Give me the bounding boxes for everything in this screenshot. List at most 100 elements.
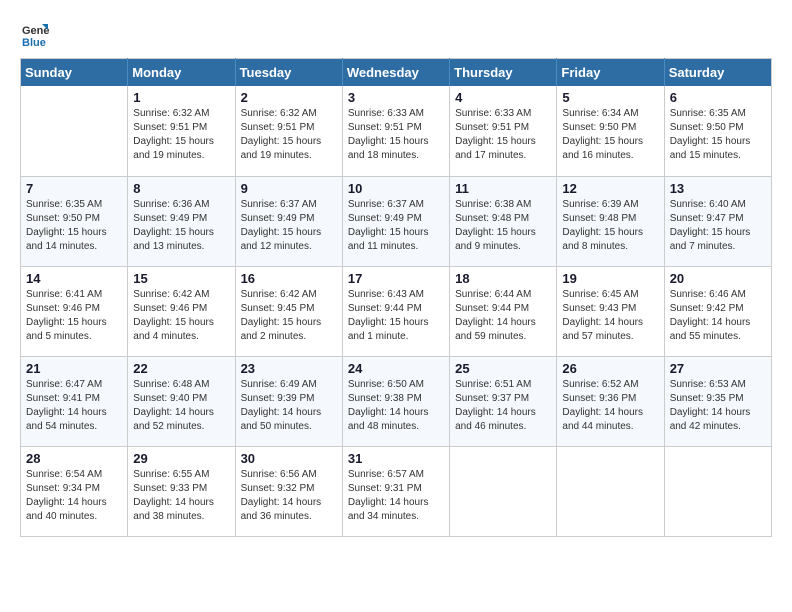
day-number: 12 — [562, 181, 658, 196]
calendar-cell: 8Sunrise: 6:36 AM Sunset: 9:49 PM Daylig… — [128, 176, 235, 266]
calendar-cell: 3 Sunrise: 6:33 AM Sunset: 9:51 PM Daylig… — [342, 86, 449, 176]
header: General Blue — [20, 20, 772, 50]
day-number: 16 — [241, 271, 337, 286]
day-info: Sunrise: 6:52 AM Sunset: 9:36 PM Dayligh… — [562, 378, 658, 434]
day-number: 11 — [455, 181, 551, 196]
day-header-monday: Monday — [128, 59, 235, 87]
calendar-cell: 27 Sunrise: 6:53 AM Sunset: 9:35 PM Dayli… — [664, 356, 771, 446]
day-info: Sunrise: 6:33 AM Sunset: 9:51 PM Dayligh… — [348, 107, 444, 163]
day-number: 26 — [562, 361, 658, 376]
calendar-cell: 14 Sunrise: 6:41 AM Sunset: 9:46 PM Dayli… — [21, 266, 128, 356]
day-number: 13 — [670, 181, 766, 196]
day-number: 3 — [348, 90, 444, 105]
calendar-cell: 11 Sunrise: 6:38 AM Sunset: 9:48 PM Dayli… — [450, 176, 557, 266]
day-info: Sunrise: 6:32 AM Sunset: 9:51 PM Dayligh… — [241, 107, 337, 163]
day-number: 15 — [133, 271, 229, 286]
day-info: Sunrise: 6:45 AM Sunset: 9:43 PM Dayligh… — [562, 288, 658, 344]
day-info: Sunrise: 6:51 AM Sunset: 9:37 PM Dayligh… — [455, 378, 551, 434]
day-info: Sunrise: 6:49 AM Sunset: 9:39 PM Dayligh… — [241, 378, 337, 434]
calendar-cell — [664, 446, 771, 536]
calendar-cell — [557, 446, 664, 536]
svg-text:Blue: Blue — [22, 37, 46, 49]
days-header-row: SundayMondayTuesdayWednesdayThursdayFrid… — [21, 59, 772, 87]
day-header-thursday: Thursday — [450, 59, 557, 87]
day-info: Sunrise: 6:44 AM Sunset: 9:44 PM Dayligh… — [455, 288, 551, 344]
week-row-2: 7Sunrise: 6:35 AM Sunset: 9:50 PM Daylig… — [21, 176, 772, 266]
day-number: 22 — [133, 361, 229, 376]
day-info: Sunrise: 6:54 AM Sunset: 9:34 PM Dayligh… — [26, 468, 122, 524]
calendar-cell: 5 Sunrise: 6:34 AM Sunset: 9:50 PM Daylig… — [557, 86, 664, 176]
day-info: Sunrise: 6:46 AM Sunset: 9:42 PM Dayligh… — [670, 288, 766, 344]
day-number: 23 — [241, 361, 337, 376]
calendar-cell: 2 Sunrise: 6:32 AM Sunset: 9:51 PM Daylig… — [235, 86, 342, 176]
day-info: Sunrise: 6:34 AM Sunset: 9:50 PM Dayligh… — [562, 107, 658, 163]
calendar-cell: 23 Sunrise: 6:49 AM Sunset: 9:39 PM Dayli… — [235, 356, 342, 446]
day-header-saturday: Saturday — [664, 59, 771, 87]
calendar-cell: 17Sunrise: 6:43 AM Sunset: 9:44 PM Dayli… — [342, 266, 449, 356]
day-number: 20 — [670, 271, 766, 286]
calendar-cell: 10 Sunrise: 6:37 AM Sunset: 9:49 PM Dayli… — [342, 176, 449, 266]
calendar-cell — [450, 446, 557, 536]
day-number: 10 — [348, 181, 444, 196]
day-number: 4 — [455, 90, 551, 105]
day-number: 5 — [562, 90, 658, 105]
day-number: 29 — [133, 451, 229, 466]
day-number: 21 — [26, 361, 122, 376]
calendar-cell: 28 Sunrise: 6:54 AM Sunset: 9:34 PM Dayli… — [21, 446, 128, 536]
day-info: Sunrise: 6:41 AM Sunset: 9:46 PM Dayligh… — [26, 288, 122, 344]
calendar-cell: 24 Sunrise: 6:50 AM Sunset: 9:38 PM Dayli… — [342, 356, 449, 446]
calendar-cell: 13 Sunrise: 6:40 AM Sunset: 9:47 PM Dayli… — [664, 176, 771, 266]
day-info: Sunrise: 6:39 AM Sunset: 9:48 PM Dayligh… — [562, 198, 658, 254]
calendar-cell: 7Sunrise: 6:35 AM Sunset: 9:50 PM Daylig… — [21, 176, 128, 266]
calendar-cell: 31 Sunrise: 6:57 AM Sunset: 9:31 PM Dayli… — [342, 446, 449, 536]
calendar-cell: 22Sunrise: 6:48 AM Sunset: 9:40 PM Dayli… — [128, 356, 235, 446]
calendar-cell: 26 Sunrise: 6:52 AM Sunset: 9:36 PM Dayli… — [557, 356, 664, 446]
day-number: 30 — [241, 451, 337, 466]
calendar-cell: 6Sunrise: 6:35 AM Sunset: 9:50 PM Daylig… — [664, 86, 771, 176]
day-header-wednesday: Wednesday — [342, 59, 449, 87]
calendar-cell: 25 Sunrise: 6:51 AM Sunset: 9:37 PM Dayli… — [450, 356, 557, 446]
day-number: 9 — [241, 181, 337, 196]
day-info: Sunrise: 6:37 AM Sunset: 9:49 PM Dayligh… — [348, 198, 444, 254]
day-number: 31 — [348, 451, 444, 466]
day-number: 25 — [455, 361, 551, 376]
day-header-tuesday: Tuesday — [235, 59, 342, 87]
logo-icon: General Blue — [20, 20, 50, 50]
day-info: Sunrise: 6:50 AM Sunset: 9:38 PM Dayligh… — [348, 378, 444, 434]
day-number: 1 — [133, 90, 229, 105]
calendar-cell — [21, 86, 128, 176]
day-header-sunday: Sunday — [21, 59, 128, 87]
calendar-cell: 20 Sunrise: 6:46 AM Sunset: 9:42 PM Dayli… — [664, 266, 771, 356]
week-row-4: 21 Sunrise: 6:47 AM Sunset: 9:41 PM Dayli… — [21, 356, 772, 446]
calendar-cell: 4Sunrise: 6:33 AM Sunset: 9:51 PM Daylig… — [450, 86, 557, 176]
calendar-cell: 16Sunrise: 6:42 AM Sunset: 9:45 PM Dayli… — [235, 266, 342, 356]
day-number: 2 — [241, 90, 337, 105]
day-number: 6 — [670, 90, 766, 105]
day-info: Sunrise: 6:53 AM Sunset: 9:35 PM Dayligh… — [670, 378, 766, 434]
calendar-cell: 21 Sunrise: 6:47 AM Sunset: 9:41 PM Dayli… — [21, 356, 128, 446]
day-number: 17 — [348, 271, 444, 286]
calendar-cell: 29Sunrise: 6:55 AM Sunset: 9:33 PM Dayli… — [128, 446, 235, 536]
calendar-cell: 15Sunrise: 6:42 AM Sunset: 9:46 PM Dayli… — [128, 266, 235, 356]
day-info: Sunrise: 6:38 AM Sunset: 9:48 PM Dayligh… — [455, 198, 551, 254]
calendar-cell: 30 Sunrise: 6:56 AM Sunset: 9:32 PM Dayli… — [235, 446, 342, 536]
day-number: 14 — [26, 271, 122, 286]
day-info: Sunrise: 6:35 AM Sunset: 9:50 PM Dayligh… — [26, 198, 122, 254]
calendar-cell: 12 Sunrise: 6:39 AM Sunset: 9:48 PM Dayli… — [557, 176, 664, 266]
week-row-1: 1 Sunrise: 6:32 AM Sunset: 9:51 PM Daylig… — [21, 86, 772, 176]
day-info: Sunrise: 6:47 AM Sunset: 9:41 PM Dayligh… — [26, 378, 122, 434]
day-number: 28 — [26, 451, 122, 466]
day-info: Sunrise: 6:40 AM Sunset: 9:47 PM Dayligh… — [670, 198, 766, 254]
day-number: 24 — [348, 361, 444, 376]
calendar-cell: 9Sunrise: 6:37 AM Sunset: 9:49 PM Daylig… — [235, 176, 342, 266]
day-info: Sunrise: 6:36 AM Sunset: 9:49 PM Dayligh… — [133, 198, 229, 254]
day-info: Sunrise: 6:57 AM Sunset: 9:31 PM Dayligh… — [348, 468, 444, 524]
calendar-cell: 18Sunrise: 6:44 AM Sunset: 9:44 PM Dayli… — [450, 266, 557, 356]
day-number: 27 — [670, 361, 766, 376]
week-row-5: 28 Sunrise: 6:54 AM Sunset: 9:34 PM Dayli… — [21, 446, 772, 536]
day-header-friday: Friday — [557, 59, 664, 87]
week-row-3: 14 Sunrise: 6:41 AM Sunset: 9:46 PM Dayli… — [21, 266, 772, 356]
day-number: 19 — [562, 271, 658, 286]
calendar-cell: 1Sunrise: 6:32 AM Sunset: 9:51 PM Daylig… — [128, 86, 235, 176]
day-info: Sunrise: 6:56 AM Sunset: 9:32 PM Dayligh… — [241, 468, 337, 524]
